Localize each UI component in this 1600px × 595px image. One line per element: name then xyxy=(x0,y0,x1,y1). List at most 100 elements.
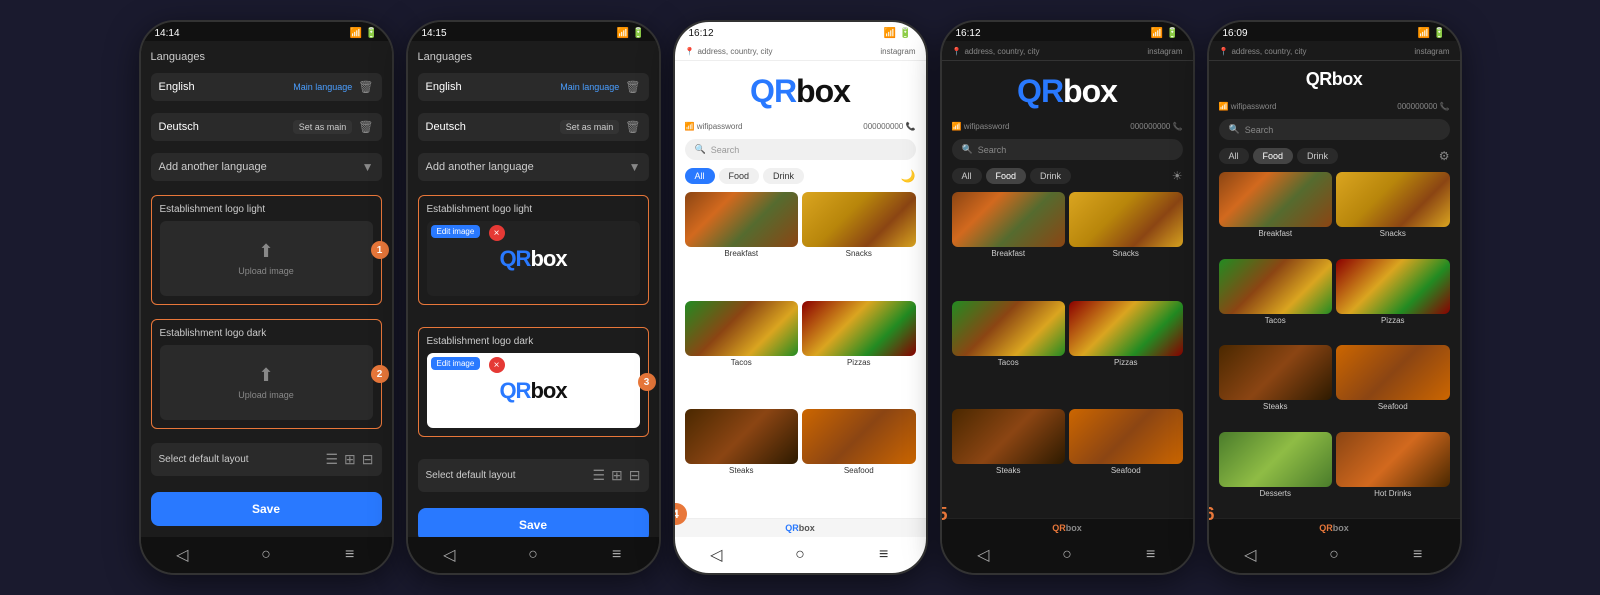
tab-drink-3[interactable]: Drink xyxy=(763,168,804,184)
food-desserts-5[interactable]: Desserts xyxy=(1219,432,1333,515)
nav-recents-5[interactable]: ≡ xyxy=(1408,545,1428,565)
tab-food-3[interactable]: Food xyxy=(719,168,760,184)
header-instagram-5: instagram xyxy=(1414,47,1449,56)
set-as-main-btn-1[interactable]: Set as main xyxy=(293,120,353,134)
time-2: 14:15 xyxy=(422,28,447,39)
layout-grid-icon-2[interactable]: ⊞ xyxy=(611,467,623,484)
food-breakfast-4[interactable]: Breakfast xyxy=(952,192,1066,297)
brand-text-3: QRbox xyxy=(750,73,850,110)
food-snacks-5[interactable]: Snacks xyxy=(1336,172,1450,255)
layout-list-icon-2[interactable]: ☰ xyxy=(592,467,605,484)
nav-back-5[interactable]: ◁ xyxy=(1240,545,1260,565)
food-breakfast-3[interactable]: Breakfast xyxy=(685,192,799,297)
food-hotdrinks-5[interactable]: Hot Drinks xyxy=(1336,432,1450,515)
nav-recents-3[interactable]: ≡ xyxy=(874,545,894,565)
food-label-snacks-5: Snacks xyxy=(1380,229,1406,238)
logo-light-upload-1[interactable]: ⬆ Upload image xyxy=(160,221,373,296)
food-pizzas-5[interactable]: Pizzas xyxy=(1336,259,1450,342)
save-btn-1[interactable]: Save xyxy=(151,492,382,526)
tab-all-3[interactable]: All xyxy=(685,168,715,184)
nav-back-1[interactable]: ◁ xyxy=(172,545,192,565)
food-snacks-4[interactable]: Snacks xyxy=(1069,192,1183,297)
tab-food-4[interactable]: Food xyxy=(986,168,1027,184)
nav-back-2[interactable]: ◁ xyxy=(439,545,459,565)
add-lang-row-1[interactable]: Add another language ▼ xyxy=(151,153,382,181)
phone-1: 14:14 📶 🔋 Languages English Main languag… xyxy=(139,20,394,575)
nav-recents-1[interactable]: ≡ xyxy=(340,545,360,565)
layout-grid-icon[interactable]: ⊞ xyxy=(344,451,356,468)
food-label-steaks-3: Steaks xyxy=(729,466,753,475)
nav-home-2[interactable]: ○ xyxy=(523,545,543,565)
nav-recents-2[interactable]: ≡ xyxy=(607,545,627,565)
footer-text-4: QRbox xyxy=(1052,523,1082,533)
food-img-pizzas-3 xyxy=(802,301,916,356)
food-steaks-3[interactable]: Steaks xyxy=(685,409,799,514)
screen-4: 📍 address, country, city instagram QRbox… xyxy=(942,41,1193,537)
delete-image-btn-dark-2[interactable]: × xyxy=(489,357,505,373)
layout-list-icon[interactable]: ☰ xyxy=(325,451,338,468)
food-tacos-4[interactable]: Tacos xyxy=(952,301,1066,406)
search-icon-5: 🔍 xyxy=(1229,124,1240,135)
nav-bar-5: ◁ ○ ≡ xyxy=(1209,537,1460,573)
logo-light-label-2: Establishment logo light xyxy=(427,204,640,215)
footer-4: QRbox xyxy=(942,518,1193,537)
signal-icons-1: 📶 🔋 xyxy=(350,28,378,39)
upload-text-dark-1: Upload image xyxy=(238,390,294,400)
tab-drink-5[interactable]: Drink xyxy=(1297,148,1338,164)
layout-wide-icon-2[interactable]: ⊟ xyxy=(629,467,641,484)
logo-dark-label-2: Establishment logo dark xyxy=(427,336,640,347)
settings-icon-3[interactable]: 🌙 xyxy=(901,169,916,183)
signal-icons-3: 📶 🔋 xyxy=(884,28,912,39)
food-steaks-5[interactable]: Steaks xyxy=(1219,345,1333,428)
edit-image-btn-dark-2[interactable]: Edit image xyxy=(431,357,481,370)
logo-dark-upload-1[interactable]: ⬆ Upload image xyxy=(160,345,373,420)
nav-home-5[interactable]: ○ xyxy=(1324,545,1344,565)
search-bar-5[interactable]: 🔍 Search xyxy=(1219,119,1450,140)
edit-image-btn-light-2[interactable]: Edit image xyxy=(431,225,481,238)
food-label-steaks-4: Steaks xyxy=(996,466,1020,475)
trash-icon-eng-2[interactable]: 🗑 xyxy=(625,80,640,94)
food-pizzas-3[interactable]: Pizzas xyxy=(802,301,916,406)
set-main-btn-2[interactable]: Set as main xyxy=(560,120,620,134)
nav-back-3[interactable]: ◁ xyxy=(706,545,726,565)
tab-all-5[interactable]: All xyxy=(1219,148,1249,164)
lang-english-2: English xyxy=(426,81,555,93)
food-seafood-3[interactable]: Seafood xyxy=(802,409,916,514)
add-lang-text-2: Add another language xyxy=(426,161,623,173)
phone-info-4: 000000000 📞 xyxy=(1130,122,1182,131)
food-snacks-3[interactable]: Snacks xyxy=(802,192,916,297)
delete-image-btn-light-2[interactable]: × xyxy=(489,225,505,241)
trash-icon-1[interactable]: 🗑 xyxy=(358,80,373,94)
nav-home-3[interactable]: ○ xyxy=(790,545,810,565)
nav-back-4[interactable]: ◁ xyxy=(973,545,993,565)
layout-icons-1: ☰ ⊞ ⊟ xyxy=(325,451,373,468)
nav-recents-4[interactable]: ≡ xyxy=(1141,545,1161,565)
tab-drink-4[interactable]: Drink xyxy=(1030,168,1071,184)
food-steaks-4[interactable]: Steaks xyxy=(952,409,1066,514)
save-btn-2[interactable]: Save xyxy=(418,508,649,537)
search-bar-4[interactable]: 🔍 Search xyxy=(952,139,1183,160)
logo-light-image-2: Edit image × QRbox xyxy=(427,221,640,296)
search-bar-3[interactable]: 🔍 Search xyxy=(685,139,916,160)
food-seafood-4[interactable]: Seafood xyxy=(1069,409,1183,514)
lang-deutsch-row-1: Deutsch Set as main 🗑 xyxy=(151,113,382,141)
settings-icon-5[interactable]: ⚙ xyxy=(1439,149,1450,163)
qrbox-header-5: 📍 address, country, city instagram xyxy=(1209,41,1460,61)
tab-food-5[interactable]: Food xyxy=(1253,148,1294,164)
food-tacos-3[interactable]: Tacos xyxy=(685,301,799,406)
nav-home-1[interactable]: ○ xyxy=(256,545,276,565)
nav-home-4[interactable]: ○ xyxy=(1057,545,1077,565)
settings-icon-4[interactable]: ☀ xyxy=(1172,169,1183,183)
tab-all-4[interactable]: All xyxy=(952,168,982,184)
footer-3: QRbox xyxy=(675,518,926,537)
layout-wide-icon[interactable]: ⊟ xyxy=(362,451,374,468)
trash-icon-deu-2[interactable]: 🗑 xyxy=(625,120,640,134)
food-breakfast-5[interactable]: Breakfast xyxy=(1219,172,1333,255)
food-pizzas-4[interactable]: Pizzas xyxy=(1069,301,1183,406)
food-grid-4: Breakfast Snacks Tacos Pizzas Steaks xyxy=(942,188,1193,518)
add-lang-row-2[interactable]: Add another language ▼ xyxy=(418,153,649,181)
trash-icon-deutsch-1[interactable]: 🗑 xyxy=(358,120,373,134)
food-seafood-5[interactable]: Seafood xyxy=(1336,345,1450,428)
food-tacos-5[interactable]: Tacos xyxy=(1219,259,1333,342)
lang-english-row-1: English Main language 🗑 xyxy=(151,73,382,101)
